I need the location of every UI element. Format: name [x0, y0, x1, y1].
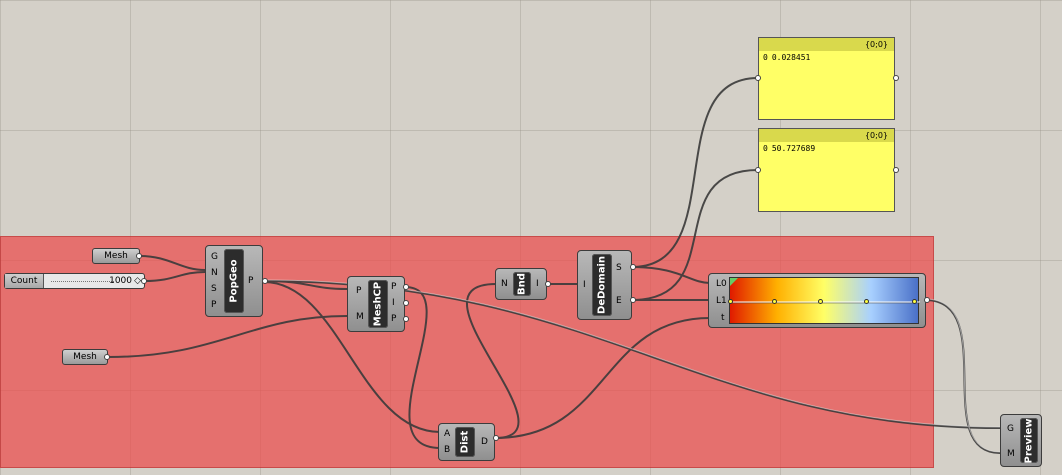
dedomain-output-nub-e[interactable] — [630, 297, 636, 303]
mesh-param-2-label: Mesh — [73, 352, 97, 362]
meshcp-input-p[interactable]: P — [356, 286, 361, 296]
panel-1[interactable]: {0;0} 0 0.028451 — [758, 37, 895, 120]
gradient-grip-1[interactable] — [728, 299, 733, 304]
slider-knob-icon[interactable]: ◇ — [134, 274, 141, 288]
meshcp-output-nub-3[interactable] — [403, 316, 409, 322]
slider-label: Count — [5, 274, 44, 288]
panel-1-output-port[interactable] — [893, 75, 899, 81]
gradient-input-t[interactable]: t — [721, 313, 725, 323]
dist-input-a[interactable]: A — [444, 429, 450, 439]
panel-2-value: 50.727689 — [771, 144, 816, 153]
dedomain-input-i[interactable]: I — [583, 280, 586, 290]
dedomain-output-s[interactable]: S — [616, 263, 622, 273]
panel-2-output-port[interactable] — [893, 167, 899, 173]
wire-gradient-preview — [924, 299, 1001, 454]
panel-2[interactable]: {0;0} 0 50.727689 — [758, 128, 895, 212]
gradient-grip-3[interactable] — [818, 299, 823, 304]
dist-component[interactable]: A B Dist D — [438, 423, 495, 461]
bnd-output-nub[interactable] — [545, 281, 551, 287]
count-slider[interactable]: Count 1000 ◇ — [4, 273, 145, 289]
dedomain-core[interactable]: DeDomain — [592, 254, 612, 316]
gradient-output-port[interactable] — [924, 297, 930, 303]
dedomain-output-e[interactable]: E — [616, 296, 622, 306]
bnd-name: Bnd — [516, 273, 528, 295]
preview-name: Preview — [1023, 417, 1035, 464]
panel-1-header: {0;0} — [759, 38, 894, 51]
gradient-input-l0[interactable]: L0 — [716, 279, 727, 289]
mesh-param-2[interactable]: Mesh — [62, 349, 108, 365]
mesh-param-1-label: Mesh — [104, 251, 128, 261]
bnd-core[interactable]: Bnd — [513, 272, 531, 296]
dist-output-nub[interactable] — [493, 435, 499, 441]
popgeo-component[interactable]: G N S P PopGeo P — [205, 245, 263, 317]
mesh-param-1[interactable]: Mesh — [92, 248, 140, 264]
meshcp-output-nub-2[interactable] — [403, 300, 409, 306]
grasshopper-canvas[interactable]: Mesh Count 1000 ◇ Mesh G N S P PopGeo P … — [0, 0, 1062, 475]
slider-track[interactable] — [51, 281, 114, 282]
slider-value: 1000 — [109, 276, 132, 286]
panel-2-input-port[interactable] — [755, 167, 761, 173]
panel-2-row: 0 50.727689 — [759, 142, 894, 155]
preview-component[interactable]: G M Preview — [1000, 414, 1042, 467]
gradient-grip-5[interactable] — [912, 299, 917, 304]
popgeo-output-p[interactable]: P — [248, 276, 253, 286]
dedomain-output-nub-s[interactable] — [630, 264, 636, 270]
popgeo-input-n[interactable]: N — [211, 268, 218, 278]
slider-output-port[interactable] — [141, 278, 147, 284]
panel-2-index: 0 — [763, 144, 768, 153]
gradient-handle-line — [730, 301, 920, 304]
bnd-output-i[interactable]: I — [536, 279, 539, 289]
gradient-grip-4[interactable] — [864, 299, 869, 304]
meshcp-output-nub-1[interactable] — [403, 284, 409, 290]
dist-core[interactable]: Dist — [455, 427, 475, 457]
gradient-component[interactable]: L0 L1 t — [708, 273, 926, 328]
popgeo-input-g[interactable]: G — [211, 252, 218, 262]
meshcp-output-p[interactable]: P — [391, 282, 396, 292]
dist-output-d[interactable]: D — [481, 437, 488, 447]
gradient-input-l1[interactable]: L1 — [716, 296, 727, 306]
preview-core[interactable]: Preview — [1020, 418, 1038, 463]
meshcp-output-i[interactable]: I — [392, 298, 395, 308]
preview-input-g[interactable]: G — [1007, 424, 1014, 434]
panel-2-header: {0;0} — [759, 129, 894, 142]
meshcp-component[interactable]: P M MeshCP P I P — [347, 276, 405, 332]
dist-input-b[interactable]: B — [444, 445, 450, 455]
dist-name: Dist — [459, 430, 471, 454]
meshcp-core[interactable]: MeshCP — [368, 280, 388, 328]
popgeo-core[interactable]: PopGeo — [224, 249, 244, 313]
panel-1-row: 0 0.028451 — [759, 51, 894, 64]
dedomain-component[interactable]: I DeDomain S E — [577, 250, 632, 320]
dedomain-name: DeDomain — [596, 256, 608, 314]
meshcp-name: MeshCP — [372, 281, 384, 327]
mesh-param-1-output-port[interactable] — [136, 253, 142, 259]
popgeo-output-nub[interactable] — [262, 278, 268, 284]
bnd-input-n[interactable]: N — [501, 279, 508, 289]
gradient-corner-icon — [730, 278, 738, 286]
popgeo-name: PopGeo — [228, 259, 240, 303]
preview-input-m[interactable]: M — [1007, 449, 1015, 459]
panel-1-input-port[interactable] — [755, 75, 761, 81]
bnd-component[interactable]: N Bnd I — [495, 268, 547, 300]
gradient-bar[interactable] — [728, 277, 920, 324]
meshcp-input-m[interactable]: M — [356, 312, 364, 322]
meshcp-output-p2[interactable]: P — [391, 314, 396, 324]
panel-1-index: 0 — [763, 53, 768, 62]
popgeo-input-s[interactable]: S — [211, 284, 217, 294]
mesh-param-2-output-port[interactable] — [104, 354, 110, 360]
gradient-grip-2[interactable] — [772, 299, 777, 304]
panel-1-value: 0.028451 — [771, 53, 811, 62]
popgeo-input-p[interactable]: P — [211, 300, 216, 310]
